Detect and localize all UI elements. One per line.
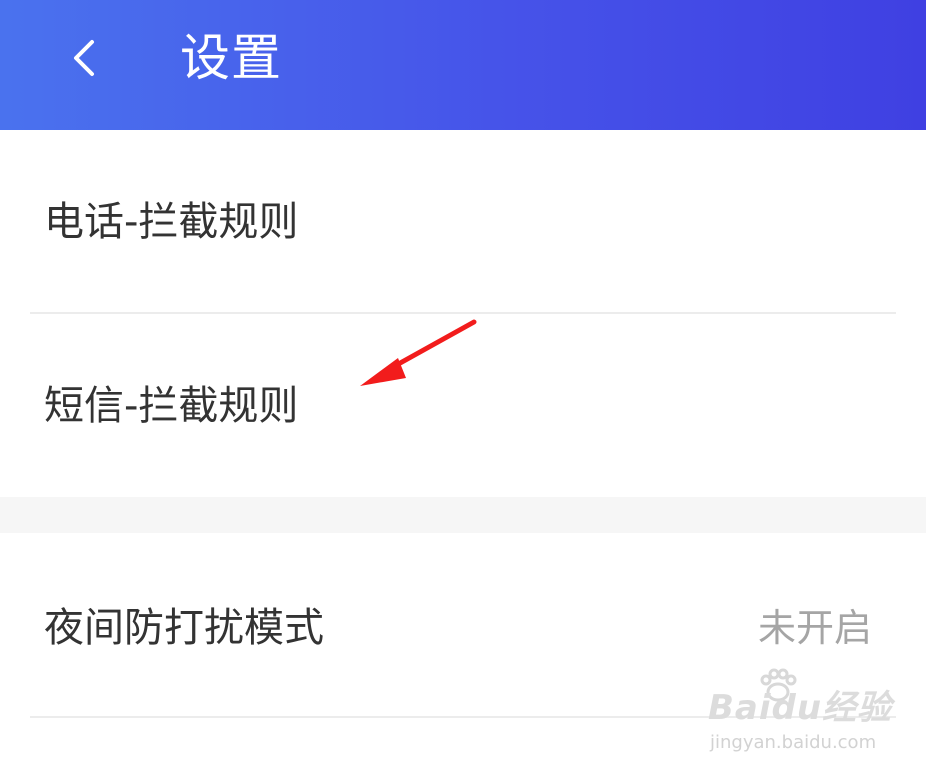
red-arrow-icon <box>360 319 477 386</box>
settings-screen: 设置 电话-拦截规则 短信-拦截规则 夜间防打扰模式 未开启 Baidu经验 j… <box>0 0 926 774</box>
night-do-not-disturb-label: 夜间防打扰模式 <box>44 605 324 651</box>
call-intercept-rules-item[interactable]: 电话-拦截规则 <box>0 130 926 314</box>
app-header: 设置 <box>0 0 926 130</box>
back-button[interactable] <box>56 20 116 96</box>
page-title: 设置 <box>180 29 282 87</box>
sms-intercept-rules-label: 短信-拦截规则 <box>44 383 299 429</box>
night-do-not-disturb-status: 未开启 <box>757 606 872 650</box>
baidu-watermark: Baidu经验 jingyan.baidu.com <box>700 668 900 768</box>
watermark-url: jingyan.baidu.com <box>710 732 877 753</box>
section-gap <box>0 497 926 533</box>
watermark-logo-text: Baidu经验 <box>708 688 893 728</box>
call-intercept-rules-label: 电话-拦截规则 <box>44 199 299 245</box>
chevron-left-icon <box>74 40 94 76</box>
